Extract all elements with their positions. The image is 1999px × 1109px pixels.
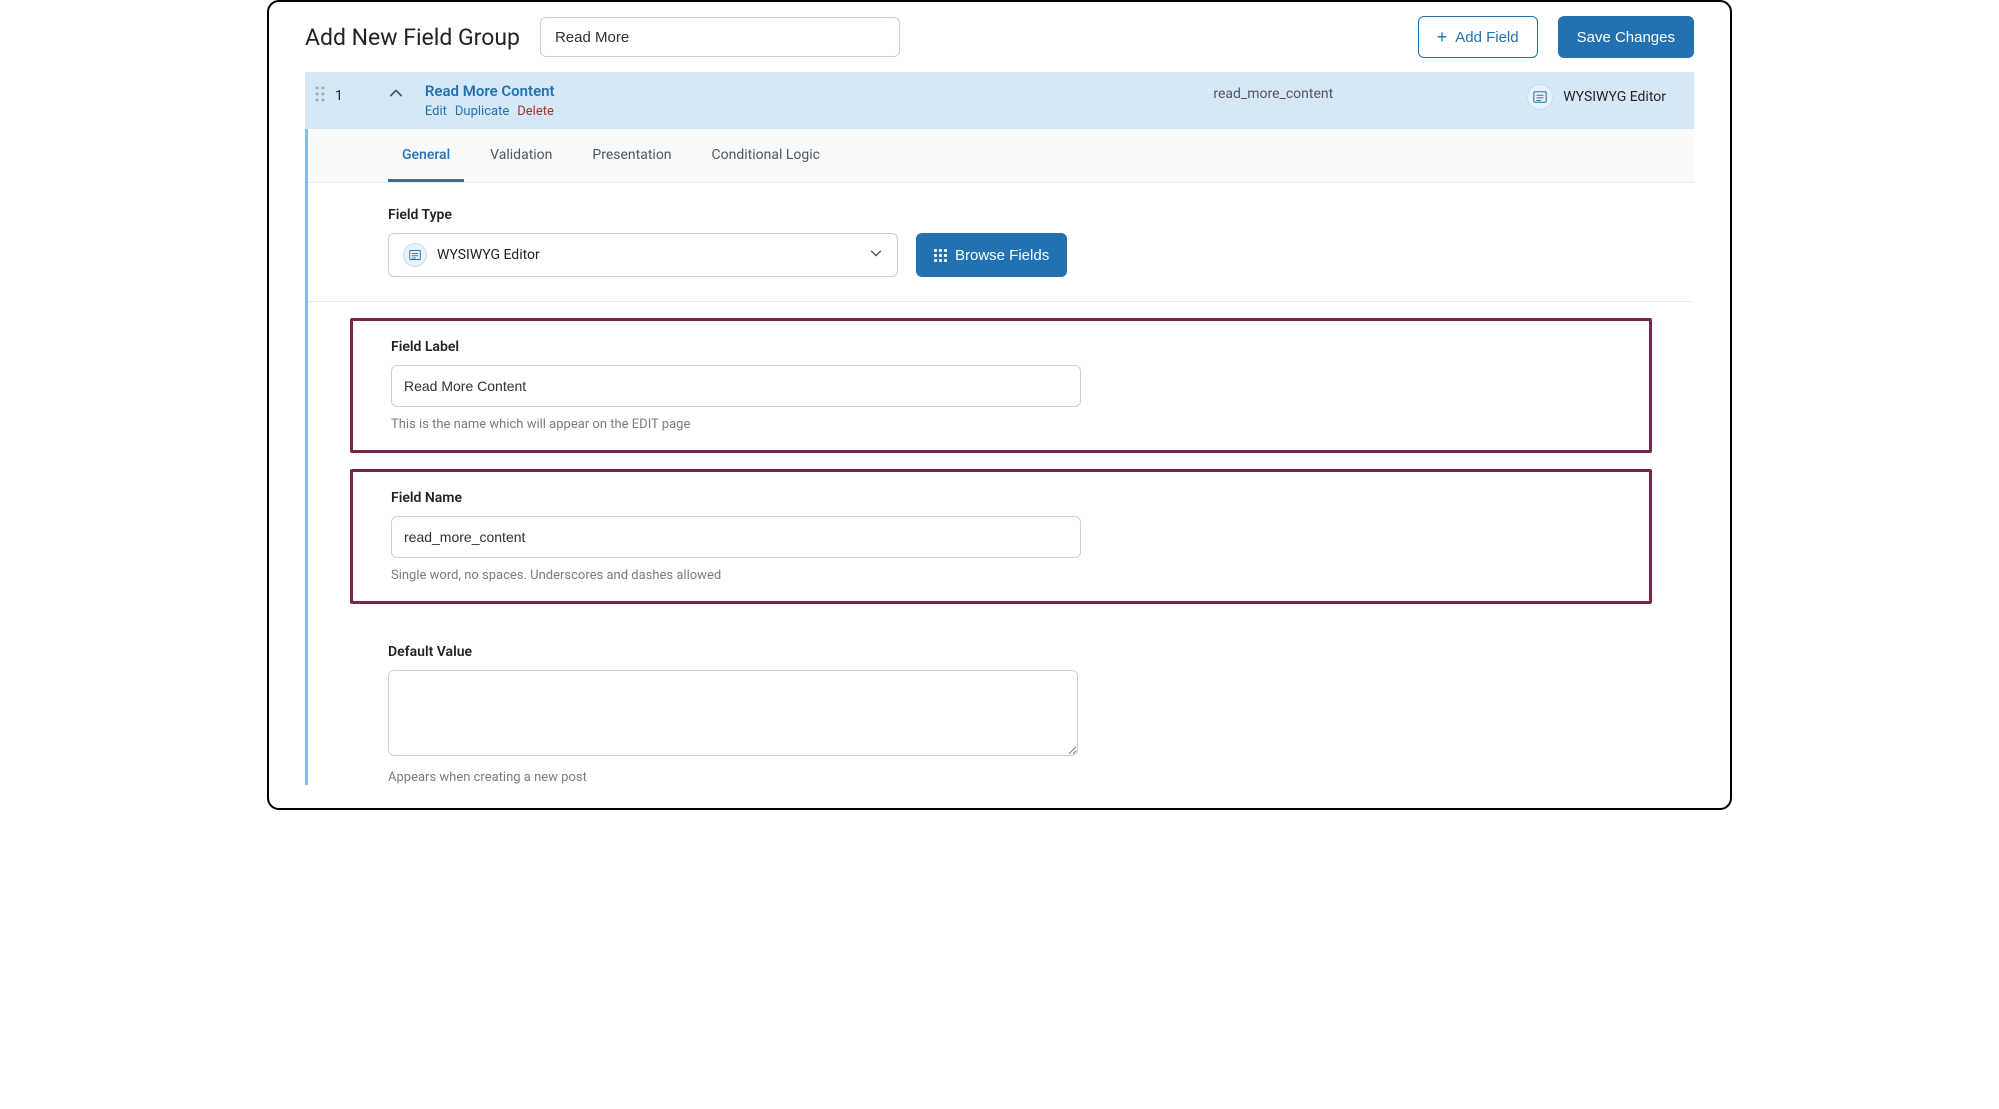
tab-validation[interactable]: Validation [476,129,566,182]
highlight-field-label: Field Label This is the name which will … [350,318,1652,453]
page-header: Add New Field Group + Add Field Save Cha… [269,2,1730,72]
tab-conditional-logic[interactable]: Conditional Logic [698,129,834,182]
field-type-label: WYSIWYG Editor [1563,89,1666,105]
row-actions: Edit Duplicate Delete [425,104,555,119]
field-header-row: 1 Read More Content Edit Duplicate Delet… [305,72,1694,129]
section-default-value: Default Value Appears when creating a ne… [308,620,1694,785]
browse-fields-label: Browse Fields [955,247,1049,264]
default-value-help: Appears when creating a new post [388,770,1614,785]
delete-link[interactable]: Delete [517,104,554,119]
grid-icon [934,249,947,262]
field-card: 1 Read More Content Edit Duplicate Delet… [305,72,1694,785]
plus-icon: + [1437,28,1448,46]
wysiwyg-icon [403,243,427,267]
duplicate-link[interactable]: Duplicate [455,104,509,119]
default-value-heading: Default Value [388,644,1614,660]
content-area: 1 Read More Content Edit Duplicate Delet… [269,72,1730,808]
drag-handle-icon[interactable] [315,86,325,106]
field-type-label-heading: Field Type [388,207,1614,223]
app-window: Add New Field Group + Add Field Save Cha… [267,0,1732,810]
field-label-help: This is the name which will appear on th… [391,417,1611,432]
tab-general[interactable]: General [388,129,464,182]
field-title-link[interactable]: Read More Content [425,82,555,100]
tab-presentation[interactable]: Presentation [578,129,685,182]
field-name-heading: Field Name [391,490,1611,506]
default-value-input[interactable] [388,670,1078,756]
field-order-number: 1 [335,88,343,104]
highlight-field-name: Field Name Single word, no spaces. Under… [350,469,1652,604]
field-type-selected: WYSIWYG Editor [437,247,859,263]
chevron-up-icon [389,86,403,100]
field-body: General Validation Presentation Conditio… [305,129,1694,785]
browse-fields-button[interactable]: Browse Fields [916,233,1067,277]
field-name-input[interactable] [391,516,1081,558]
field-label-input[interactable] [391,365,1081,407]
drag-and-order: 1 [315,82,343,106]
field-type-badge: WYSIWYG Editor [1527,82,1676,110]
field-key: read_more_content [1213,82,1333,102]
save-changes-button[interactable]: Save Changes [1558,16,1694,58]
chevron-down-icon [869,246,883,264]
add-field-label: Add Field [1455,29,1518,46]
save-label: Save Changes [1577,29,1675,46]
field-label-heading: Field Label [391,339,1611,355]
collapse-toggle[interactable] [357,82,411,104]
add-field-button[interactable]: + Add Field [1418,16,1538,58]
field-name-help: Single word, no spaces. Underscores and … [391,568,1611,583]
field-title-block: Read More Content Edit Duplicate Delete [425,82,555,119]
section-field-type: Field Type WYSIWYG Editor [308,183,1694,302]
page-title: Add New Field Group [305,24,520,51]
field-type-row: WYSIWYG Editor Browse Fields [388,233,1614,277]
field-type-select[interactable]: WYSIWYG Editor [388,233,898,277]
tabs-bar: General Validation Presentation Conditio… [308,129,1694,183]
wysiwyg-icon [1527,84,1553,110]
field-group-title-input[interactable] [540,17,900,57]
edit-link[interactable]: Edit [425,104,447,119]
